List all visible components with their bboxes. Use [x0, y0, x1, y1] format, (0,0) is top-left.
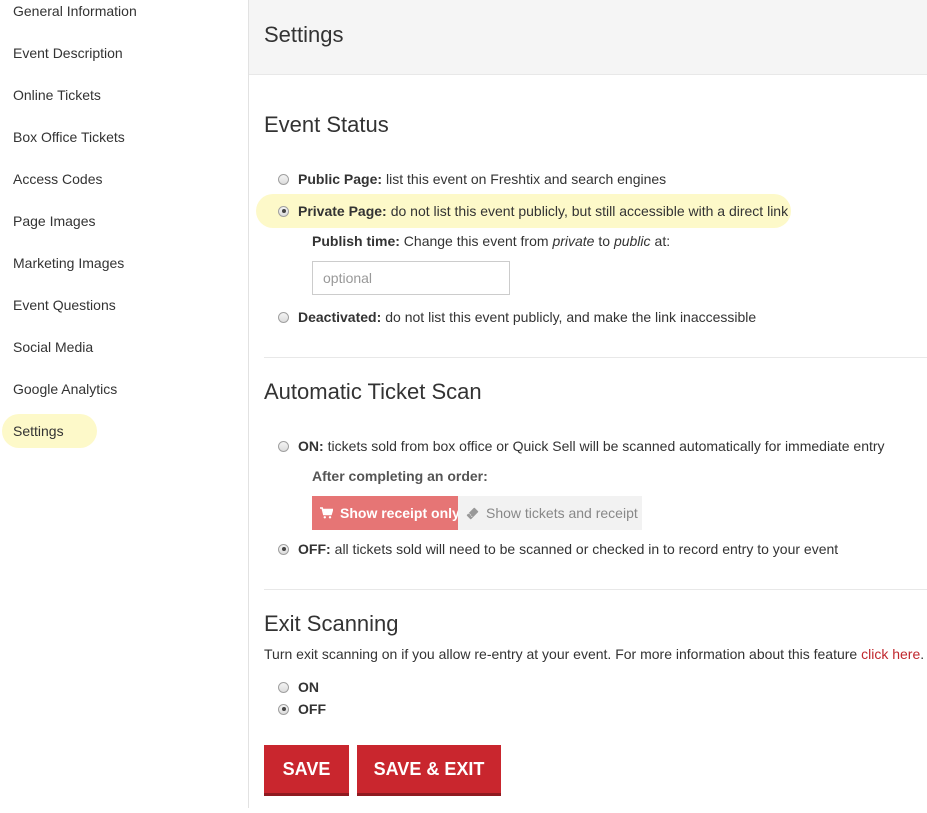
section-divider [264, 589, 927, 590]
exit-scanning-off-option: OFF [278, 699, 330, 719]
private-page-radio[interactable] [278, 205, 289, 217]
publish-time-heading: Publish time: [312, 233, 400, 249]
public-page-text: list this event on Freshtix and search e… [386, 171, 667, 187]
sidebar-item-general-information[interactable]: General Information [13, 1, 137, 21]
after-order-label: After completing an order: [312, 468, 488, 484]
auto-scan-on-radio[interactable] [278, 440, 289, 452]
sidebar-item-page-images[interactable]: Page Images [13, 211, 96, 231]
deactivated-label: Deactivated: [298, 309, 382, 325]
auto-scan-off-label: OFF: [298, 541, 331, 557]
sidebar-item-social-media[interactable]: Social Media [13, 337, 93, 357]
publish-time-from: private [552, 233, 595, 249]
sidebar-item-event-description[interactable]: Event Description [13, 43, 123, 63]
exit-scanning-on-label: ON [298, 679, 319, 695]
auto-scan-off-radio[interactable] [278, 543, 289, 555]
auto-scan-on-label: ON: [298, 438, 324, 454]
show-receipt-only-label: Show receipt only [340, 505, 460, 521]
deactivated-radio[interactable] [278, 311, 289, 323]
page-header: Settings [249, 0, 927, 75]
sidebar-item-marketing-images[interactable]: Marketing Images [13, 253, 124, 273]
sidebar-item-online-tickets[interactable]: Online Tickets [13, 85, 101, 105]
event-status-title: Event Status [264, 112, 389, 137]
publish-time-after: at: [654, 233, 671, 249]
auto-scan-off-text: all tickets sold will need to be scanned… [334, 541, 839, 557]
after-order-button-group: Show receipt only Show tickets and recei… [312, 496, 642, 530]
exit-scanning-off-label: OFF [298, 701, 326, 717]
automatic-ticket-scan-title: Automatic Ticket Scan [264, 379, 482, 404]
private-page-option: Private Page: do not list this event pub… [278, 201, 788, 221]
auto-scan-on-option: ON: tickets sold from box office or Quic… [278, 436, 885, 456]
save-and-exit-button[interactable]: SAVE & EXIT [357, 745, 501, 796]
public-page-radio[interactable] [278, 173, 289, 185]
exit-scanning-period: . [920, 646, 925, 662]
private-page-label: Private Page: [298, 203, 387, 219]
publish-time-input[interactable] [312, 261, 510, 295]
sidebar-item-event-questions[interactable]: Event Questions [13, 295, 116, 315]
save-button[interactable]: SAVE [264, 745, 349, 796]
section-divider [264, 357, 927, 358]
ticket-icon [466, 507, 479, 519]
exit-scanning-description-text: Turn exit scanning on if you allow re-en… [264, 646, 858, 662]
sidebar-item-settings[interactable]: Settings [2, 414, 97, 448]
private-page-text: do not list this event publicly, but sti… [390, 203, 789, 219]
main-content: Settings Event Status Public Page: list … [249, 0, 927, 813]
auto-scan-on-text: tickets sold from box office or Quick Se… [327, 438, 885, 454]
sidebar: General Information Event Description On… [0, 0, 248, 813]
sidebar-item-access-codes[interactable]: Access Codes [13, 169, 102, 189]
deactivated-option: Deactivated: do not list this event publ… [278, 307, 756, 327]
exit-scanning-on-radio[interactable] [278, 681, 289, 693]
sidebar-item-box-office-tickets[interactable]: Box Office Tickets [13, 127, 125, 147]
show-receipt-only-button[interactable]: Show receipt only [312, 496, 460, 530]
deactivated-text: do not list this event publicly, and mak… [385, 309, 757, 325]
publish-time-to: public [613, 233, 651, 249]
publish-time-text: Change this event from [403, 233, 549, 249]
exit-scanning-off-radio[interactable] [278, 703, 289, 715]
exit-scanning-title: Exit Scanning [264, 611, 399, 636]
auto-scan-off-option: OFF: all tickets sold will need to be sc… [278, 539, 838, 559]
publish-time-label: Publish time: Change this event from pri… [312, 233, 670, 249]
sidebar-item-google-analytics[interactable]: Google Analytics [13, 379, 117, 399]
public-page-label: Public Page: [298, 171, 383, 187]
click-here-link[interactable]: click here [861, 646, 920, 662]
exit-scanning-on-option: ON [278, 677, 323, 697]
page-title: Settings [264, 22, 344, 47]
show-tickets-and-receipt-button[interactable]: Show tickets and receipt [458, 496, 642, 530]
publish-time-to-word: to [598, 233, 611, 249]
public-page-option: Public Page: list this event on Freshtix… [278, 169, 666, 189]
cart-icon [320, 507, 333, 519]
exit-scanning-description: Turn exit scanning on if you allow re-en… [264, 646, 924, 662]
show-tickets-and-receipt-label: Show tickets and receipt [486, 505, 638, 521]
